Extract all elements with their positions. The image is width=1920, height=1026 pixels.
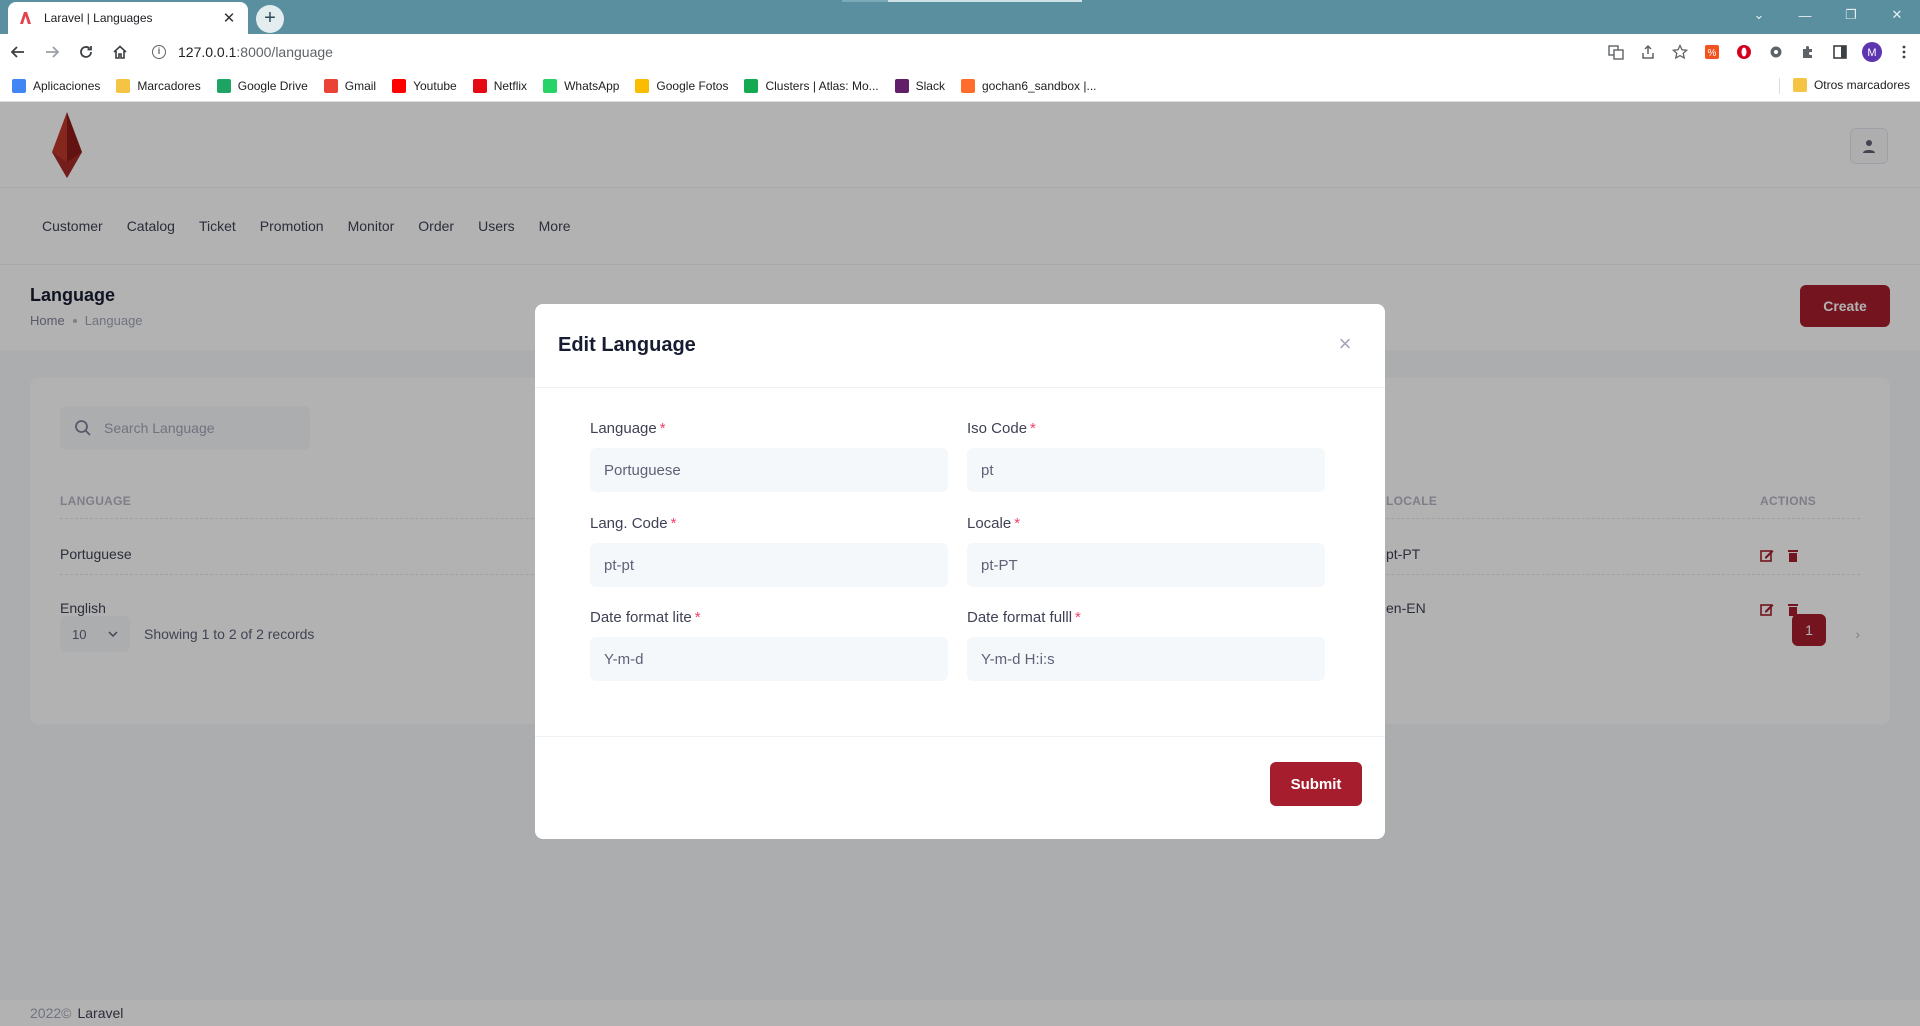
restore-icon[interactable]: ❐ (1828, 0, 1874, 30)
bookmark-label: WhatsApp (564, 78, 620, 93)
apps-grid-icon (12, 78, 26, 93)
address-bar[interactable]: i 127.0.0.1:8000/language (142, 38, 1582, 66)
locale-field-group: Locale * pt-PT (967, 515, 1325, 587)
lang-code-input[interactable]: pt-pt (590, 543, 948, 587)
site-info-icon[interactable]: i (152, 45, 166, 59)
bookmark-item[interactable]: Google Fotos (635, 78, 729, 93)
browser-menu-icon[interactable] (1888, 38, 1920, 66)
reload-icon[interactable] (70, 36, 102, 68)
language-label: Language * (590, 420, 666, 437)
bookmark-star-icon[interactable] (1664, 38, 1696, 66)
cpanel-icon (960, 78, 975, 93)
back-icon[interactable] (2, 36, 34, 68)
whatsapp-icon (543, 78, 558, 93)
profile-avatar[interactable]: M (1856, 38, 1888, 66)
iso-code-input[interactable]: pt (967, 448, 1325, 492)
browser-tabstrip: Laravel | Languages ✕ + ⌄ — ❐ ✕ (0, 0, 1920, 34)
home-icon[interactable] (104, 36, 136, 68)
lang-code-field-group: Lang. Code * pt-pt (590, 515, 948, 587)
extensions-puzzle-icon[interactable] (1792, 38, 1824, 66)
submit-button[interactable]: Submit (1270, 762, 1362, 806)
date-lite-input[interactable]: Y-m-d (590, 637, 948, 681)
date-lite-label: Date format lite * (590, 609, 701, 626)
bookmark-item[interactable]: WhatsApp (543, 78, 620, 93)
toolbar-right: % M (1600, 38, 1920, 66)
modal-title: Edit Language (558, 334, 696, 356)
bookmarks-separator (1779, 78, 1780, 94)
bookmarks-bar: Aplicaciones Marcadores Google Drive Gmail Y… (0, 70, 1920, 102)
gmail-icon (323, 78, 338, 93)
tab-search-icon[interactable]: ⌄ (1736, 0, 1782, 30)
window-controls: ⌄ — ❐ ✕ (1736, 0, 1920, 30)
bookmark-item[interactable]: gochan6_sandbox |... (960, 78, 1097, 93)
locale-input[interactable]: pt-PT (967, 543, 1325, 587)
url-host: 127.0.0.1 (178, 44, 237, 60)
bookmark-label: Slack (915, 78, 945, 93)
modal-footer: Submit (535, 736, 1385, 839)
laravel-favicon-icon (20, 12, 31, 24)
bookmark-label: Marcadores (137, 78, 201, 93)
svg-text:%: % (1708, 48, 1717, 59)
bookmark-item[interactable]: Clusters | Atlas: Mo... (744, 78, 879, 93)
date-full-input[interactable]: Y-m-d H:i:s (967, 637, 1325, 681)
share-icon[interactable] (1632, 38, 1664, 66)
bookmark-label: Aplicaciones (33, 78, 101, 93)
bookmark-item[interactable]: Youtube (392, 78, 457, 93)
minimize-icon[interactable]: — (1782, 0, 1828, 30)
bookmark-label: Clusters | Atlas: Mo... (765, 78, 879, 93)
forward-icon[interactable] (36, 36, 68, 68)
slack-icon (894, 78, 909, 93)
bookmark-label: Youtube (413, 78, 457, 93)
folder-icon (1792, 78, 1807, 92)
date-lite-field-group: Date format lite * Y-m-d (590, 609, 948, 681)
other-bookmarks-label: Otros marcadores (1813, 78, 1910, 92)
youtube-icon (392, 78, 407, 93)
extension-opera-icon[interactable] (1728, 38, 1760, 66)
other-bookmarks[interactable]: Otros marcadores (1792, 78, 1910, 92)
bookmark-item[interactable]: Slack (894, 78, 945, 93)
google-drive-icon (216, 78, 231, 93)
new-tab-button[interactable]: + (256, 5, 284, 33)
tabstrip-marker (888, 0, 1082, 2)
tabstrip-marker (842, 0, 888, 2)
google-photos-icon (635, 78, 650, 93)
close-icon[interactable]: × (1335, 333, 1355, 355)
bookmark-label: Google Drive (237, 78, 308, 93)
bookmark-item[interactable]: Gmail (323, 78, 377, 93)
bookmark-item[interactable]: Google Drive (216, 78, 308, 93)
bookmark-label: Gmail (344, 78, 377, 93)
profile-initial: M (1867, 47, 1876, 59)
tab-title: Laravel | Languages (44, 11, 153, 25)
bookmark-item[interactable]: Netflix (472, 78, 528, 93)
folder-icon (116, 78, 131, 93)
side-panel-icon[interactable] (1824, 38, 1856, 66)
bookmark-item[interactable]: Marcadores (116, 78, 201, 93)
close-window-icon[interactable]: ✕ (1874, 0, 1920, 30)
netflix-icon (472, 78, 487, 93)
iso-code-field-group: Iso Code * pt (967, 420, 1325, 492)
browser-tab-active[interactable]: Laravel | Languages ✕ (8, 2, 248, 34)
language-field-group: Language * Portuguese (590, 420, 948, 492)
lang-code-label: Lang. Code * (590, 515, 677, 532)
browser-toolbar: i 127.0.0.1:8000/language % M (0, 34, 1920, 70)
extension-percent-icon[interactable]: % (1696, 38, 1728, 66)
bookmark-label: gochan6_sandbox |... (981, 78, 1097, 93)
locale-label: Locale * (967, 515, 1021, 532)
bookmark-label: Netflix (493, 78, 528, 93)
edit-language-modal: Edit Language × Language * Portuguese Iso… (535, 304, 1385, 839)
tab-close-icon[interactable]: ✕ (220, 9, 238, 27)
url-path: :8000/language (236, 44, 333, 60)
translate-icon[interactable] (1600, 38, 1632, 66)
date-full-label: Date format fulll * (967, 609, 1081, 626)
date-full-field-group: Date format fulll * Y-m-d H:i:s (967, 609, 1325, 681)
bookmark-label: Google Fotos (656, 78, 729, 93)
modal-header: Edit Language × (535, 304, 1385, 388)
mongodb-icon (744, 78, 759, 93)
iso-code-label: Iso Code * (967, 420, 1036, 437)
bookmark-item[interactable]: Aplicaciones (12, 78, 101, 93)
extension-gear-icon[interactable] (1760, 38, 1792, 66)
language-input[interactable]: Portuguese (590, 448, 948, 492)
